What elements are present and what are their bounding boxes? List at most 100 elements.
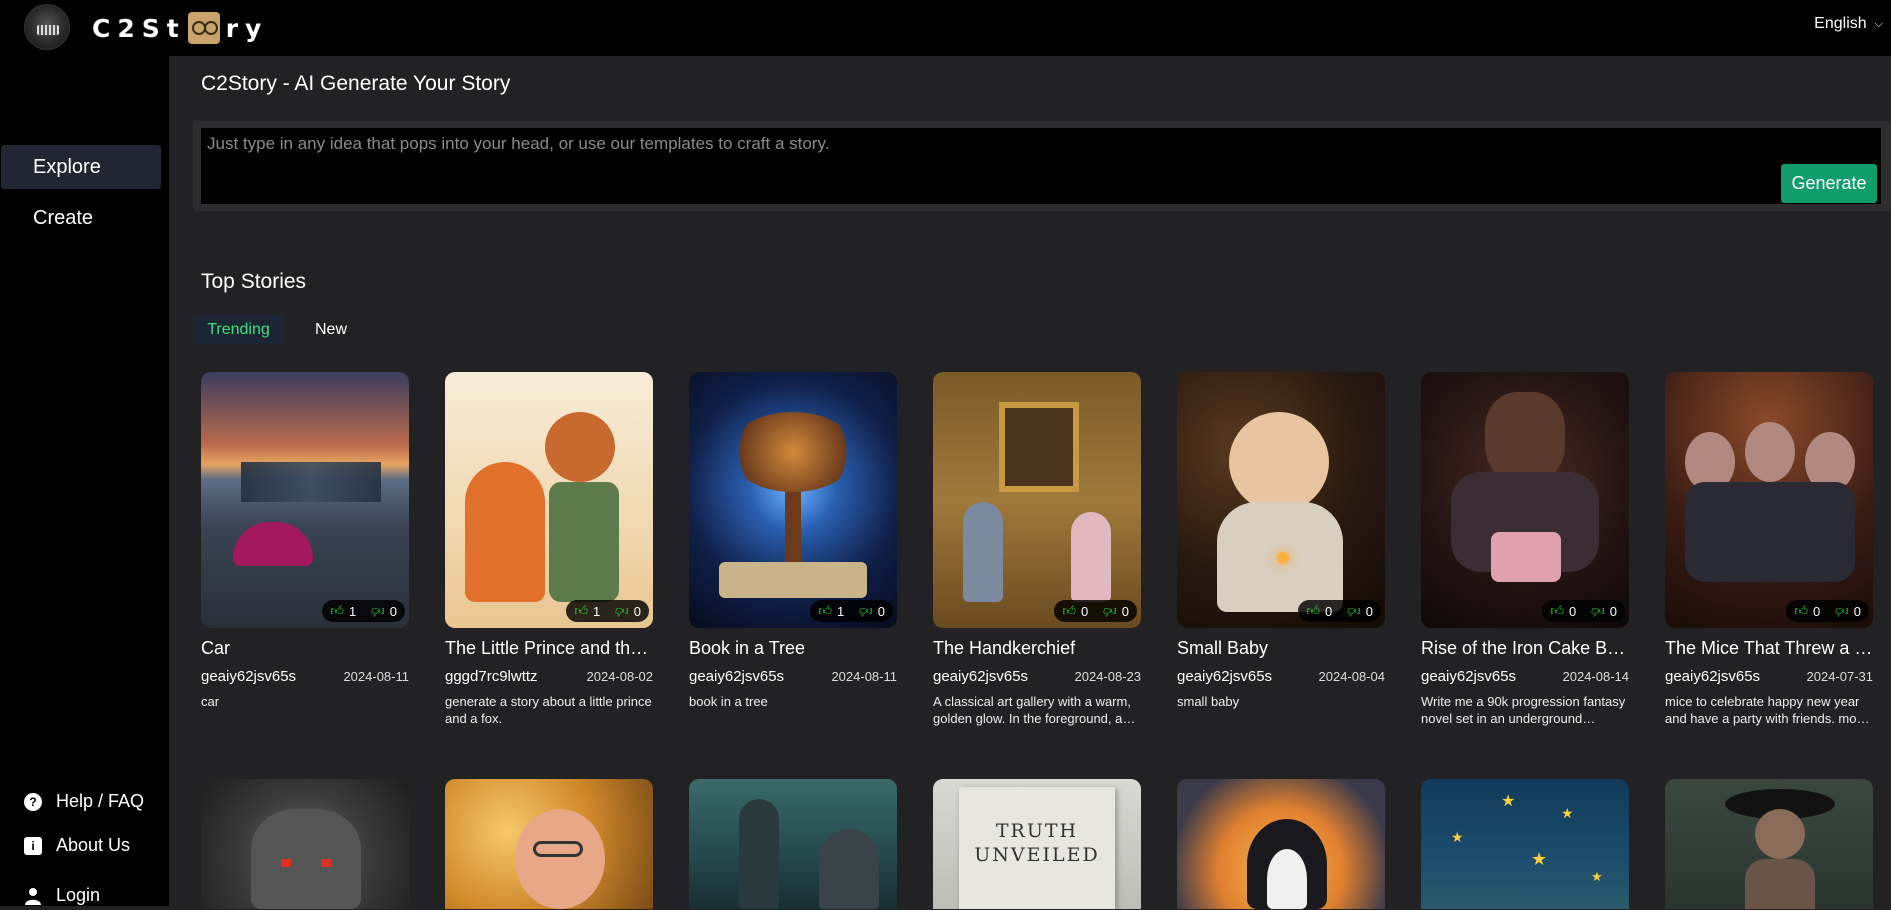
thumbs-up-icon[interactable]: 👍︎	[1062, 603, 1076, 619]
thumbs-down-icon[interactable]: 👍︎	[1591, 603, 1605, 619]
story-author[interactable]: gggd7rc9lwttz	[445, 668, 538, 685]
story-card[interactable]: 👍︎ 1 👍︎ 0 The Little Prince and the Fox gg…	[445, 372, 653, 727]
story-card[interactable]	[1177, 779, 1385, 909]
story-cover-image[interactable]	[445, 779, 653, 909]
dislike-count: 0	[1609, 603, 1617, 619]
sidebar-item-label: Create	[33, 206, 94, 229]
thumbs-down-icon[interactable]: 👍︎	[1347, 603, 1361, 619]
story-card[interactable]	[1665, 779, 1873, 909]
story-title[interactable]: Rise of the Iron Cake Baker	[1421, 638, 1629, 659]
thumbs-down-icon[interactable]: 👍︎	[1835, 603, 1849, 619]
story-card[interactable]: 👍︎ 0 👍︎ 0 The Handkerchief geaiy62jsv65s 20…	[933, 372, 1141, 727]
story-cover-image[interactable]: 👍︎ 1 👍︎ 0	[689, 372, 897, 628]
story-cover-image[interactable]: 👍︎ 1 👍︎ 0	[201, 372, 409, 628]
story-author[interactable]: geaiy62jsv65s	[689, 668, 784, 685]
thumbs-down-icon[interactable]: 👍︎	[1103, 603, 1117, 619]
story-prompt-input[interactable]	[201, 128, 1881, 204]
vote-counter: 👍︎ 0 👍︎ 0	[1786, 600, 1869, 622]
thumbs-up-icon[interactable]: 👍︎	[330, 603, 344, 619]
story-description: book in a tree	[689, 694, 768, 709]
story-title[interactable]: The Little Prince and the Fox	[445, 638, 653, 659]
story-author[interactable]: geaiy62jsv65s	[1665, 668, 1760, 685]
story-cover-image[interactable]: 👍︎ 0 👍︎ 0	[1177, 372, 1385, 628]
thumbs-up-icon[interactable]: 👍︎	[574, 603, 588, 619]
dislike-count: 0	[877, 603, 885, 619]
story-card[interactable]	[201, 779, 409, 909]
vote-counter: 👍︎ 1 👍︎ 0	[566, 600, 649, 622]
thumbs-down-icon[interactable]: 👍︎	[371, 603, 385, 619]
tab-trending[interactable]: Trending	[193, 315, 284, 344]
thumbs-down-icon[interactable]: 👍︎	[615, 603, 629, 619]
story-card[interactable]: 👍︎ 0 👍︎ 0 Rise of the Iron Cake Baker geai…	[1421, 372, 1629, 727]
like-count: 1	[592, 603, 601, 619]
about-us-link[interactable]: i About Us	[24, 835, 130, 856]
like-count: 1	[348, 603, 357, 619]
story-card[interactable]: TRUTH UNVEILED	[933, 779, 1141, 909]
story-card[interactable]	[445, 779, 653, 909]
language-select[interactable]: English ⌵	[1814, 15, 1883, 33]
story-title[interactable]: Book in a Tree	[689, 638, 897, 659]
story-title[interactable]: The Handkerchief	[933, 638, 1141, 659]
story-card[interactable]: 👍︎ 1 👍︎ 0 Book in a Tree geaiy62jsv65s 2024…	[689, 372, 897, 710]
story-card[interactable]	[689, 779, 897, 909]
thumbs-up-icon[interactable]: 👍︎	[1550, 603, 1564, 619]
story-author[interactable]: geaiy62jsv65s	[201, 668, 296, 685]
story-cover-image[interactable]	[689, 779, 897, 909]
thumbs-down-icon[interactable]: 👍︎	[859, 603, 873, 619]
story-title[interactable]: Car	[201, 638, 409, 659]
story-cover-image[interactable]: 👍︎ 0 👍︎ 0	[1665, 372, 1873, 628]
about-us-label: About Us	[56, 835, 131, 855]
vote-counter: 👍︎ 0 👍︎ 0	[1054, 600, 1137, 622]
story-title[interactable]: Small Baby	[1177, 638, 1385, 659]
vote-counter: 👍︎ 0 👍︎ 0	[1298, 600, 1381, 622]
story-title[interactable]: The Mice That Threw a New Year Party	[1665, 638, 1873, 659]
help-faq-label: Help / FAQ	[56, 791, 145, 811]
story-author[interactable]: geaiy62jsv65s	[933, 668, 1028, 685]
story-date: 2024-08-11	[831, 669, 897, 684]
dislike-count: 0	[1853, 603, 1861, 619]
chevron-down-icon: ⌵	[1874, 17, 1883, 30]
like-count: 1	[836, 603, 845, 619]
story-card[interactable]: 👍︎ 0 👍︎ 0 Small Baby geaiy62jsv65s 2024-08-…	[1177, 372, 1385, 710]
story-cover-image[interactable]: 👍︎ 1 👍︎ 0	[445, 372, 653, 628]
story-author[interactable]: geaiy62jsv65s	[1177, 668, 1272, 685]
like-count: 0	[1812, 603, 1821, 619]
generate-button[interactable]: Generate	[1781, 164, 1877, 203]
tab-new[interactable]: New	[315, 315, 347, 344]
story-cover-image[interactable]: TRUTH UNVEILED	[933, 779, 1141, 909]
dislike-count: 0	[389, 603, 397, 619]
story-cover-image[interactable]	[201, 779, 409, 909]
story-date: 2024-08-02	[586, 669, 654, 684]
top-bar: C2St ry English ⌵	[0, 0, 1891, 56]
question-icon: ?	[24, 792, 42, 811]
logo-badge-icon[interactable]	[24, 4, 70, 50]
story-description: A classical art gallery with a warm, gol…	[933, 694, 1131, 726]
story-cover-image[interactable]	[1665, 779, 1873, 909]
thumbs-up-icon[interactable]: 👍︎	[818, 603, 832, 619]
dislike-count: 0	[1365, 603, 1373, 619]
vote-counter: 👍︎ 0 👍︎ 0	[1542, 600, 1625, 622]
thumbs-up-icon[interactable]: 👍︎	[1794, 603, 1808, 619]
story-cover-image[interactable]: 👍︎ 0 👍︎ 0	[933, 372, 1141, 628]
brand-logo[interactable]: C2St ry	[92, 10, 268, 46]
login-label: Login	[56, 885, 101, 905]
story-author[interactable]: geaiy62jsv65s	[1421, 668, 1516, 685]
story-card[interactable]: 👍︎ 1 👍︎ 0 Car geaiy62jsv65s 2024-08-11 car	[201, 372, 409, 710]
sidebar-item-create[interactable]: Create	[1, 196, 161, 240]
story-cover-image[interactable]: ★ ★ ★ ★ ★	[1421, 779, 1629, 909]
help-faq-link[interactable]: ? Help / FAQ	[24, 791, 144, 812]
thumbs-up-icon[interactable]: 👍︎	[1306, 603, 1320, 619]
story-date: 2024-08-11	[343, 669, 409, 684]
like-count: 0	[1080, 603, 1089, 619]
language-label: English	[1814, 15, 1867, 32]
login-link[interactable]: Login	[24, 885, 100, 906]
story-cover-image[interactable]: 👍︎ 0 👍︎ 0	[1421, 372, 1629, 628]
story-cover-image[interactable]	[1177, 779, 1385, 909]
sidebar-item-explore[interactable]: Explore	[1, 145, 161, 189]
story-description: Write me a 90k progression fantasy novel…	[1421, 694, 1626, 726]
user-icon	[24, 887, 42, 905]
story-card[interactable]: ★ ★ ★ ★ ★	[1421, 779, 1629, 909]
story-card[interactable]: 👍︎0 👍︎0 The Mice That Threw a New Year P…	[1665, 372, 1873, 727]
story-description: small baby	[1177, 694, 1240, 709]
story-date: 2024-07-31	[1806, 669, 1874, 684]
